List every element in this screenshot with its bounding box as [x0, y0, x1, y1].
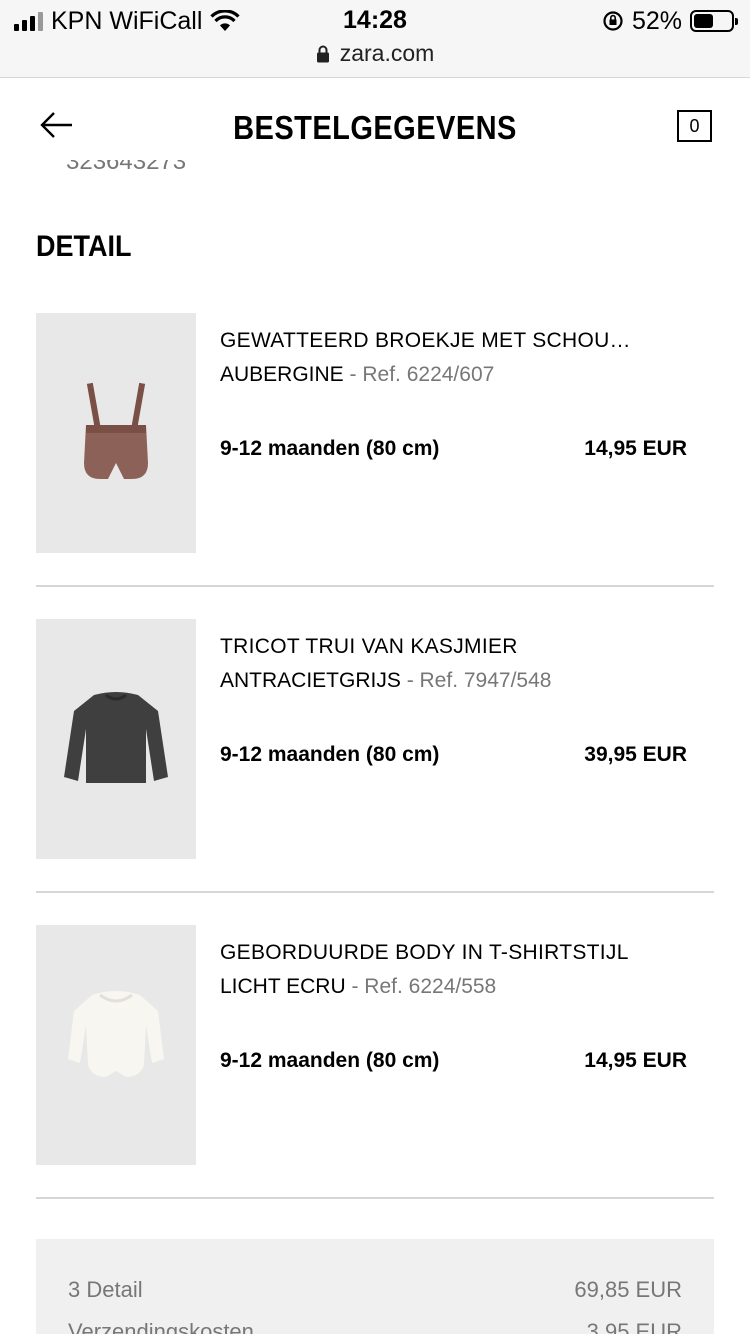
battery-percent: 52%: [631, 6, 682, 35]
divider: [36, 891, 714, 893]
product-color: ANTRACIETGRIJS: [220, 669, 401, 692]
url-bar[interactable]: zara.com: [0, 40, 750, 67]
product-image[interactable]: [36, 619, 196, 859]
status-bar: KPN WiFiCall 14:28 52% zara.com: [0, 0, 750, 78]
summary-items-row: 3 Detail 69,85 EUR: [68, 1277, 682, 1303]
summary-shipping-row: Verzendingskosten 3,95 EUR: [68, 1319, 682, 1334]
product-color: AUBERGINE: [220, 363, 344, 386]
orientation-lock-icon: [603, 11, 623, 31]
order-summary: 3 Detail 69,85 EUR Verzendingskosten 3,9…: [36, 1239, 714, 1334]
product-price: 14,95 EUR: [584, 437, 687, 460]
product-name[interactable]: TRICOT TRUI VAN KASJMIER: [220, 635, 518, 659]
product-name[interactable]: GEWATTEERD BROEKJE MET SCHOU…: [220, 329, 631, 353]
divider: [36, 1197, 714, 1199]
product-size: 9-12 maanden (80 cm): [220, 743, 440, 766]
order-item: TRICOT TRUI VAN KASJMIER ANTRACIETGRIJS …: [36, 619, 714, 893]
product-variant: LICHT ECRU - Ref. 6224/558: [220, 975, 496, 999]
status-right: 52%: [602, 6, 738, 36]
page-title: BESTELGEGEVENS: [233, 109, 517, 146]
section-title: DETAIL: [36, 230, 132, 263]
product-name[interactable]: GEBORDUURDE BODY IN T-SHIRTSTIJL: [220, 941, 629, 965]
baby-bodysuit-image: [68, 991, 164, 1077]
url-text: zara.com: [339, 40, 435, 66]
lock-icon: [316, 45, 329, 62]
product-price: 14,95 EUR: [584, 1049, 687, 1072]
product-variant: AUBERGINE - Ref. 6224/607: [220, 363, 494, 387]
shopping-bag-button[interactable]: 0: [677, 110, 712, 142]
suspender-shorts-image: [84, 382, 148, 479]
summary-shipping-cost: 3,95 EUR: [586, 1319, 682, 1334]
product-color: LICHT ECRU: [220, 975, 346, 998]
order-item: GEBORDUURDE BODY IN T-SHIRTSTIJL LICHT E…: [36, 925, 714, 1199]
battery-icon: [690, 10, 738, 32]
product-size: 9-12 maanden (80 cm): [220, 437, 440, 460]
divider: [36, 585, 714, 587]
product-image[interactable]: [36, 313, 196, 553]
cutoff-text: 323643273: [66, 160, 187, 175]
product-ref: - Ref. 6224/607: [343, 363, 495, 386]
product-variant: ANTRACIETGRIJS - Ref. 7947/548: [220, 669, 551, 693]
product-ref: - Ref. 6224/558: [345, 975, 497, 998]
summary-shipping-label: Verzendingskosten: [68, 1319, 254, 1334]
order-item: GEWATTEERD BROEKJE MET SCHOU… AUBERGINE …: [36, 313, 714, 587]
product-price: 39,95 EUR: [584, 743, 687, 766]
knit-sweater-image: [64, 692, 168, 783]
product-image[interactable]: [36, 925, 196, 1165]
product-ref: - Ref. 7947/548: [400, 669, 552, 692]
summary-items-label: 3 Detail: [68, 1277, 143, 1302]
product-size: 9-12 maanden (80 cm): [220, 1049, 440, 1072]
summary-items-total: 69,85 EUR: [574, 1277, 682, 1302]
